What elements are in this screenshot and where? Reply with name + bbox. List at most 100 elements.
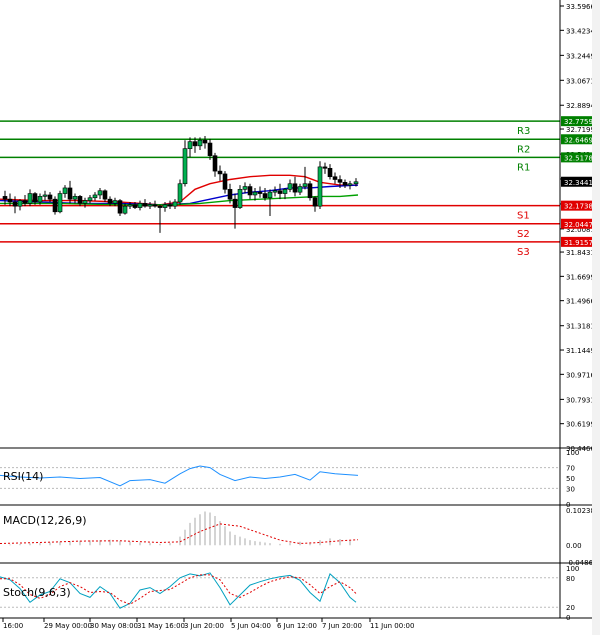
candle-body	[157, 205, 163, 208]
candle-body	[37, 196, 43, 203]
candle-body	[222, 173, 228, 190]
level-name-r1: R1	[517, 162, 530, 173]
candle-body	[42, 194, 48, 197]
stoch-label: Stoch(9,6,3)	[3, 586, 71, 599]
x-tick-label: 5 Jun 04:00	[231, 622, 271, 630]
candle-body	[152, 204, 158, 207]
candle-body	[182, 148, 188, 185]
candle-body	[302, 183, 308, 187]
candle-body	[287, 183, 293, 190]
candle-body	[207, 142, 213, 156]
candle-body	[137, 203, 143, 208]
rsi-tick-label: 70	[566, 465, 575, 473]
x-tick-label: 3 Jun 20:00	[184, 622, 224, 630]
candle-body	[17, 200, 23, 207]
candle-body	[297, 186, 303, 193]
candle-body	[77, 196, 83, 204]
candle-body	[202, 139, 208, 144]
candle-body	[187, 141, 193, 149]
candle-body	[242, 186, 248, 190]
candle-body	[112, 200, 118, 204]
candle-body	[172, 201, 178, 207]
candle-body	[92, 194, 98, 199]
candle-body	[132, 204, 138, 208]
candle-body	[337, 179, 343, 183]
candle-body	[57, 193, 63, 213]
x-tick-label: 11 Jun 00:00	[370, 622, 414, 630]
stoch-tick-label: 20	[566, 604, 575, 612]
right-strip	[592, 0, 600, 635]
candle-body	[262, 193, 268, 199]
x-tick-label: 6 Jun 12:00	[277, 622, 317, 630]
candle-body	[237, 189, 243, 208]
candle-body	[162, 204, 168, 208]
rsi-line	[0, 465, 359, 487]
candle-body	[12, 201, 18, 207]
candle-body	[32, 193, 38, 203]
candle-body	[257, 191, 263, 194]
chart-root: 33.59665 33.42340 33.24490 33.06715 32.88940…	[0, 0, 600, 635]
x-tick-label: 29 May 00:00	[44, 622, 92, 630]
stoch-tick-label: 80	[566, 575, 575, 583]
macd-tick-label: 0.00	[566, 542, 582, 550]
candle-body	[267, 191, 273, 199]
candle-body	[72, 196, 78, 200]
candle-body	[47, 194, 53, 200]
candle-body	[252, 191, 258, 196]
macd-label: MACD(12,26,9)	[3, 514, 87, 527]
candle-body	[212, 155, 218, 172]
level-name-s1: S1	[517, 211, 530, 222]
candle-body	[272, 190, 278, 193]
stoch-tick-label: 0	[566, 614, 570, 622]
candle-body	[107, 198, 113, 204]
candle-body	[97, 190, 103, 196]
candle-body	[292, 183, 298, 193]
candle-body	[317, 166, 323, 207]
level-name-s2: S2	[517, 229, 530, 240]
candle-body	[127, 204, 133, 207]
level-name-r2: R2	[517, 144, 530, 155]
candle-body	[167, 204, 173, 207]
candle-body	[322, 166, 328, 169]
candle-body	[192, 141, 198, 147]
rsi-tick-label: 50	[566, 475, 575, 483]
x-tick-label: 31 May 16:00	[137, 622, 185, 630]
candle-body	[122, 205, 128, 214]
candle-body	[67, 187, 73, 200]
x-tick-label: 30 May 08:00	[90, 622, 138, 630]
candle-body	[22, 200, 28, 204]
candle-body	[147, 204, 153, 207]
candle-body	[282, 189, 288, 194]
candle-body	[142, 203, 148, 207]
candle-body	[312, 197, 318, 207]
candle-body	[197, 139, 203, 147]
x-tick-label: 7 Jun 20:00	[322, 622, 362, 630]
candle-body	[27, 193, 33, 204]
level-name-r3: R3	[517, 126, 530, 137]
x-tick-label: 16:00	[3, 622, 23, 630]
rsi-tick-label: 100	[566, 449, 579, 457]
candle-body	[307, 183, 313, 199]
rsi-tick-label: 30	[566, 485, 575, 493]
candle-body	[177, 183, 183, 203]
candle-body	[353, 181, 359, 185]
candle-body	[277, 190, 283, 194]
candle-body	[62, 187, 68, 194]
candle-body	[332, 176, 338, 180]
level-name-s3: S3	[517, 247, 530, 258]
candle-body	[87, 197, 93, 201]
candle-body	[227, 189, 233, 200]
candle-body	[117, 200, 123, 214]
chart-svg: 33.5966533.4234033.2449033.0671532.88940…	[0, 0, 600, 635]
candle-body	[232, 198, 238, 208]
candle-body	[82, 200, 88, 204]
candle-body	[52, 198, 58, 213]
candle-body	[247, 186, 253, 196]
candle-body	[7, 198, 13, 203]
candle-body	[342, 182, 348, 186]
candle-body	[347, 183, 353, 186]
candle-body	[102, 190, 108, 200]
rsi-label: RSI(14)	[3, 470, 43, 483]
stoch-tick-label: 100	[566, 565, 579, 573]
candle-body	[2, 196, 8, 200]
